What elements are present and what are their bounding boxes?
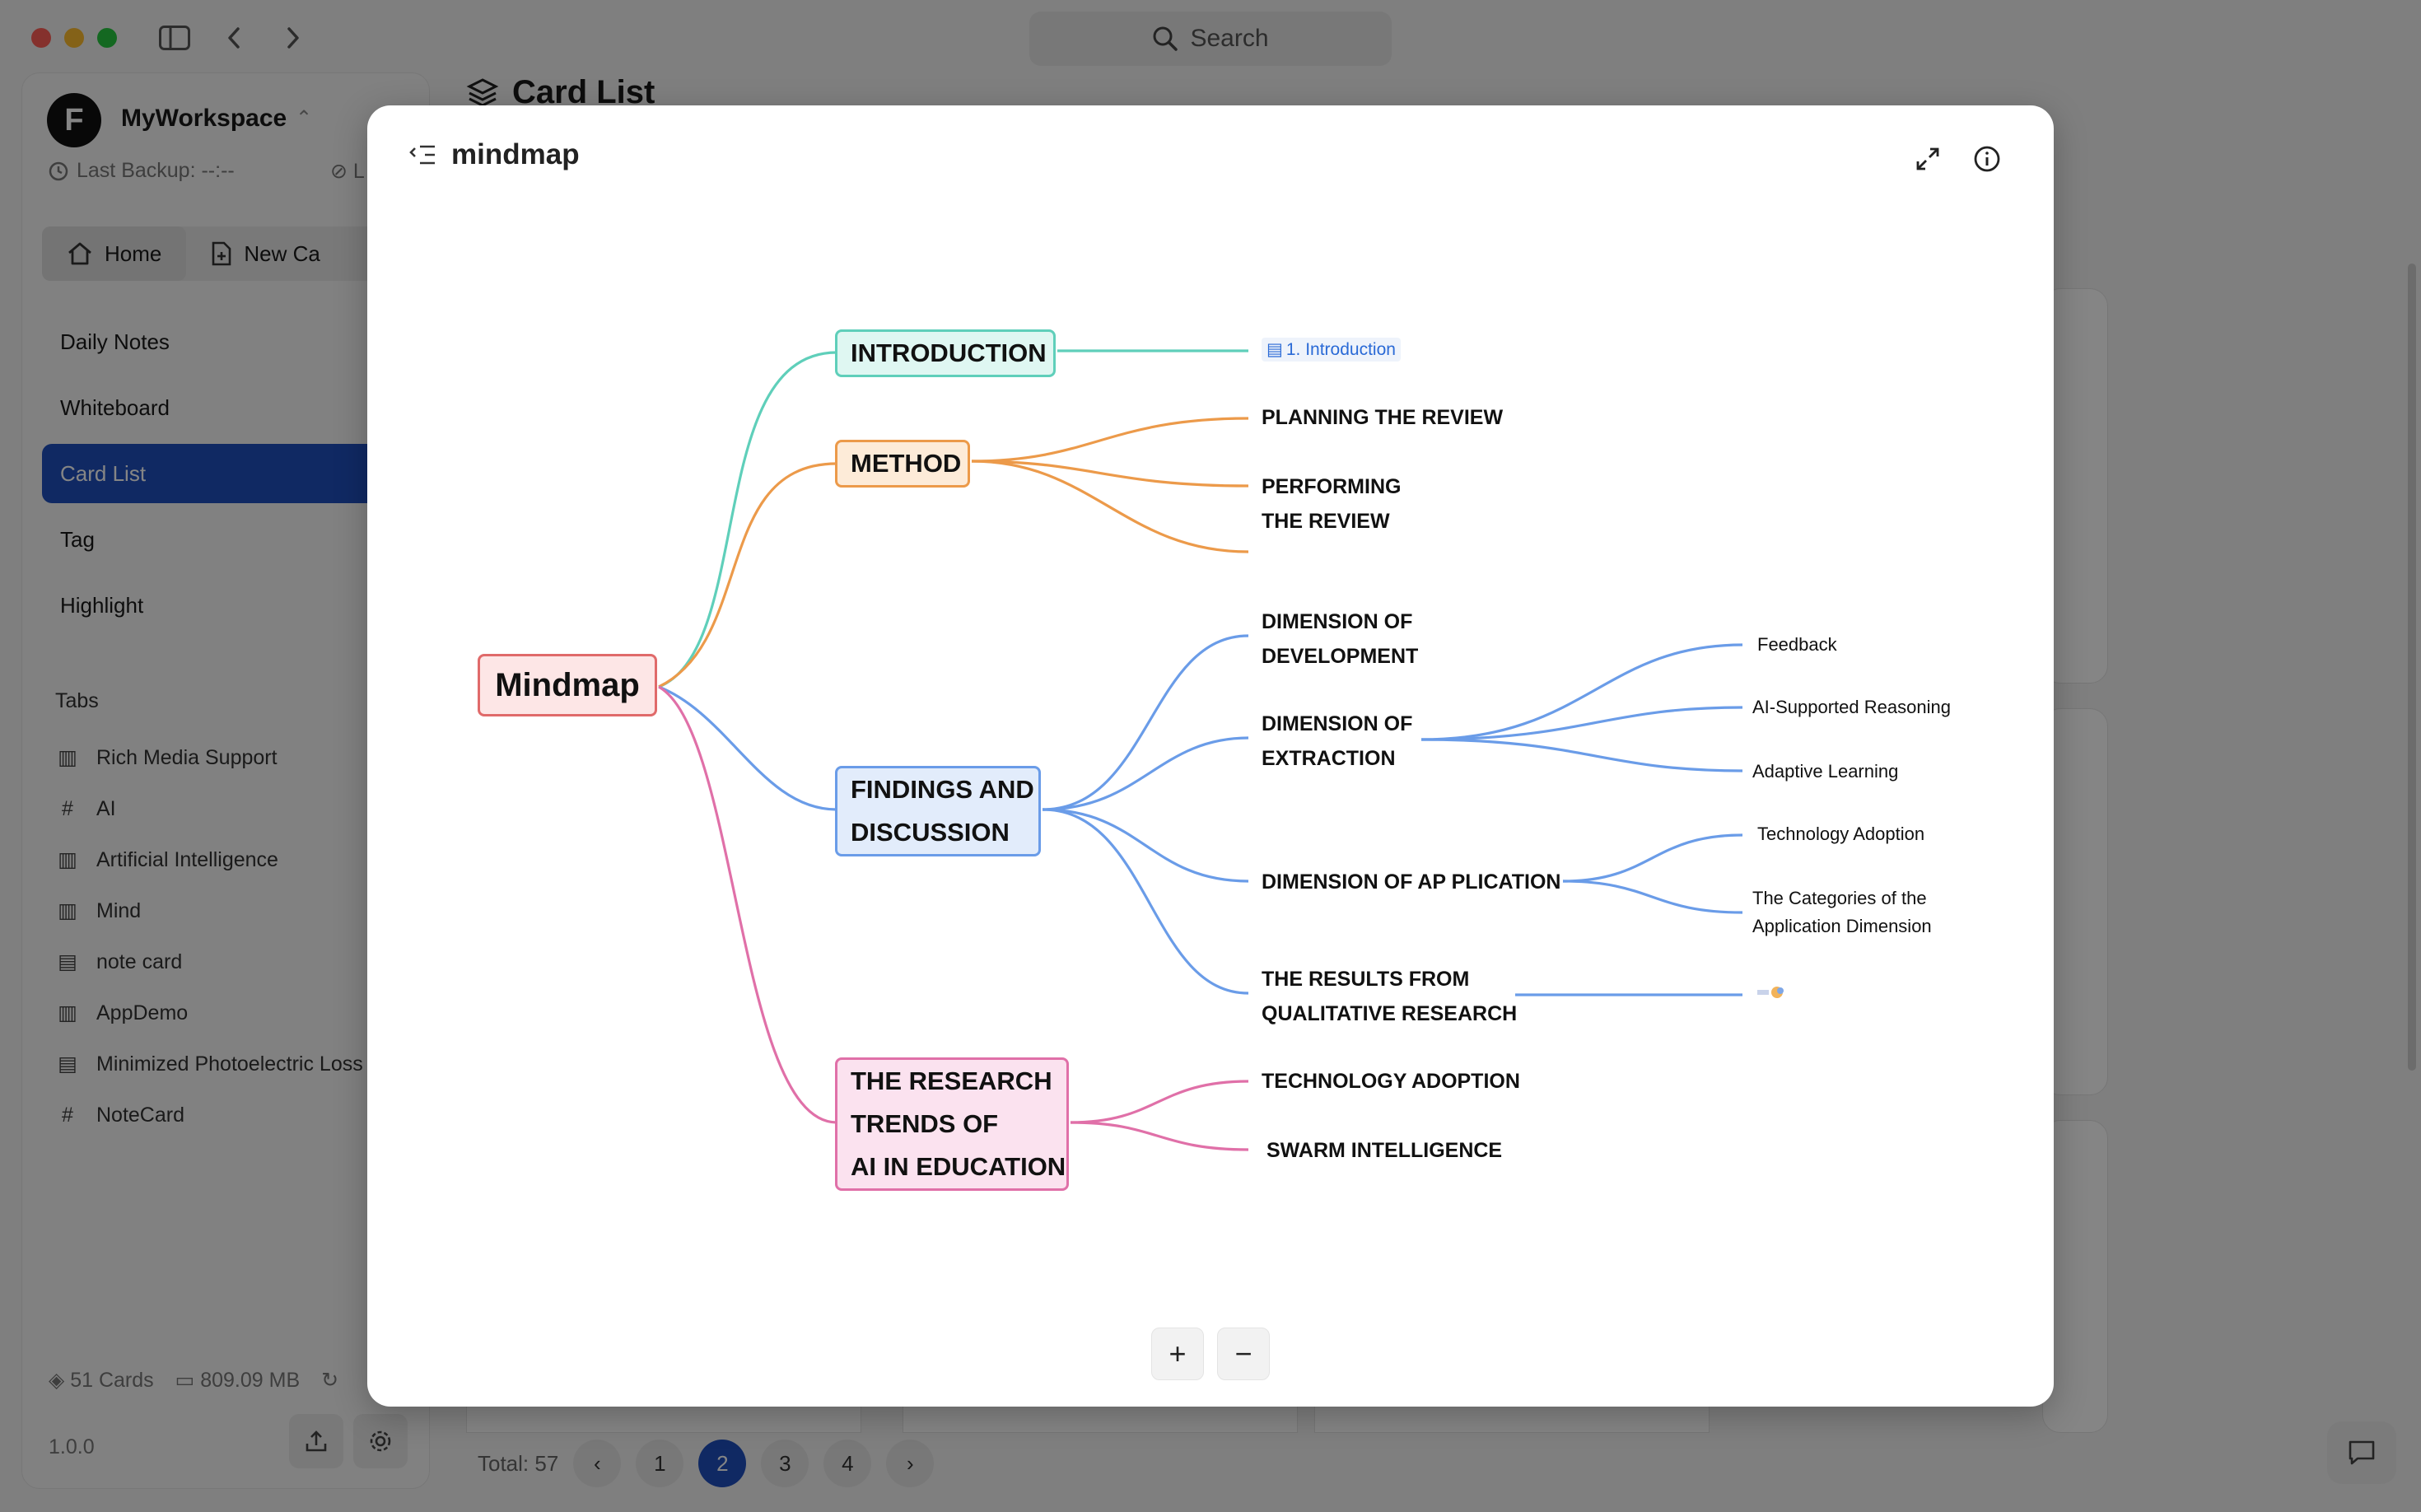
edge-root-method <box>658 462 837 688</box>
node-categories-application[interactable]: The Categories of the Application Dimens… <box>1752 884 1932 940</box>
node-image-thumbnail[interactable] <box>1756 983 1787 1003</box>
node-dimension-application[interactable]: DIMENSION OF AP PLICATION <box>1262 865 1560 899</box>
mindmap-modal: mindmap Mindmap INTRODUCTION METHOD FIND… <box>367 105 2054 1407</box>
node-technology-adoption-sub[interactable]: Technology Adoption <box>1757 820 1924 848</box>
node-research-trends[interactable]: THE RESEARCH TRENDS OF AI IN EDUCATION <box>835 1057 1069 1191</box>
doc-link-icon: ▤ <box>1266 340 1283 359</box>
node-results-line-1: THE RESULTS FROM <box>1262 968 1470 991</box>
node-adaptive-learning[interactable]: Adaptive Learning <box>1752 758 1898 786</box>
node-trends-label-2: TRENDS OF <box>851 1109 999 1138</box>
node-performing[interactable]: PERFORMING <box>1262 469 1401 504</box>
edge-trends-swarm <box>1070 1121 1249 1151</box>
node-ai-supported-reasoning[interactable]: AI-Supported Reasoning <box>1752 693 1951 721</box>
node-the-review[interactable]: THE REVIEW <box>1262 504 1390 539</box>
node-dimension-extraction[interactable]: DIMENSION OF EXTRACTION <box>1262 707 1412 776</box>
node-trends-label-1: THE RESEARCH <box>851 1066 1052 1095</box>
edge-root-trends <box>658 685 837 1124</box>
node-findings-label-1: FINDINGS AND <box>851 775 1034 804</box>
node-findings[interactable]: FINDINGS AND DISCUSSION <box>835 766 1041 856</box>
node-dimension-development[interactable]: DIMENSION OF DEVELOPMENT <box>1262 604 1418 674</box>
intro-card-link[interactable]: ▤ 1. Introduction <box>1262 338 1401 362</box>
zoom-out-button[interactable]: − <box>1217 1328 1270 1380</box>
edge-ext-adaptive <box>1420 738 1743 772</box>
node-ext-line-1: DIMENSION OF <box>1262 712 1413 735</box>
edge-findings-app <box>1042 808 1249 883</box>
edge-findings-dev <box>1042 634 1249 811</box>
mindmap-connectors <box>658 349 1743 1151</box>
edge-findings-results <box>1042 808 1249 995</box>
node-swarm-intelligence[interactable]: SWARM INTELLIGENCE <box>1266 1133 1502 1168</box>
node-results-line-2: QUALITATIVE RESEARCH <box>1262 1002 1518 1025</box>
root-label: Mindmap <box>495 666 640 703</box>
node-qualitative-results[interactable]: THE RESULTS FROM QUALITATIVE RESEARCH <box>1262 962 1517 1031</box>
edge-app-adoption <box>1562 833 1743 883</box>
mindmap-root-node[interactable]: Mindmap <box>478 654 657 716</box>
node-categories-line-1: The Categories of the <box>1752 888 1927 908</box>
intro-card-link-text: 1. Introduction <box>1285 339 1396 359</box>
node-feedback[interactable]: Feedback <box>1757 631 1837 659</box>
node-introduction-label: INTRODUCTION <box>851 338 1047 367</box>
edge-ext-reasoning <box>1420 706 1743 741</box>
edge-app-categories <box>1562 880 1743 914</box>
image-thumbnail-icon <box>1757 987 1784 998</box>
node-ext-line-2: EXTRACTION <box>1262 747 1396 770</box>
edge-trends-adoption <box>1070 1080 1249 1124</box>
node-method-label: METHOD <box>851 449 962 478</box>
node-method[interactable]: METHOD <box>835 440 970 488</box>
node-trends-label-3: AI IN EDUCATION <box>851 1152 1066 1181</box>
node-performing-line-1: PERFORMING <box>1262 475 1402 498</box>
edge-method-planning <box>971 417 1249 463</box>
node-planning-review[interactable]: PLANNING THE REVIEW <box>1262 400 1503 435</box>
zoom-in-button[interactable]: + <box>1151 1328 1204 1380</box>
node-introduction[interactable]: INTRODUCTION <box>835 329 1056 377</box>
node-dev-line-2: DEVELOPMENT <box>1262 645 1419 668</box>
edge-findings-ext <box>1042 736 1249 811</box>
edge-root-intro <box>658 351 837 688</box>
node-technology-adoption[interactable]: TECHNOLOGY ADOPTION <box>1262 1064 1520 1099</box>
node-categories-line-2: Application Dimension <box>1752 916 1932 936</box>
node-dev-line-1: DIMENSION OF <box>1262 610 1413 633</box>
edge-root-findings <box>658 685 837 811</box>
node-findings-label-2: DISCUSSION <box>851 818 1010 847</box>
